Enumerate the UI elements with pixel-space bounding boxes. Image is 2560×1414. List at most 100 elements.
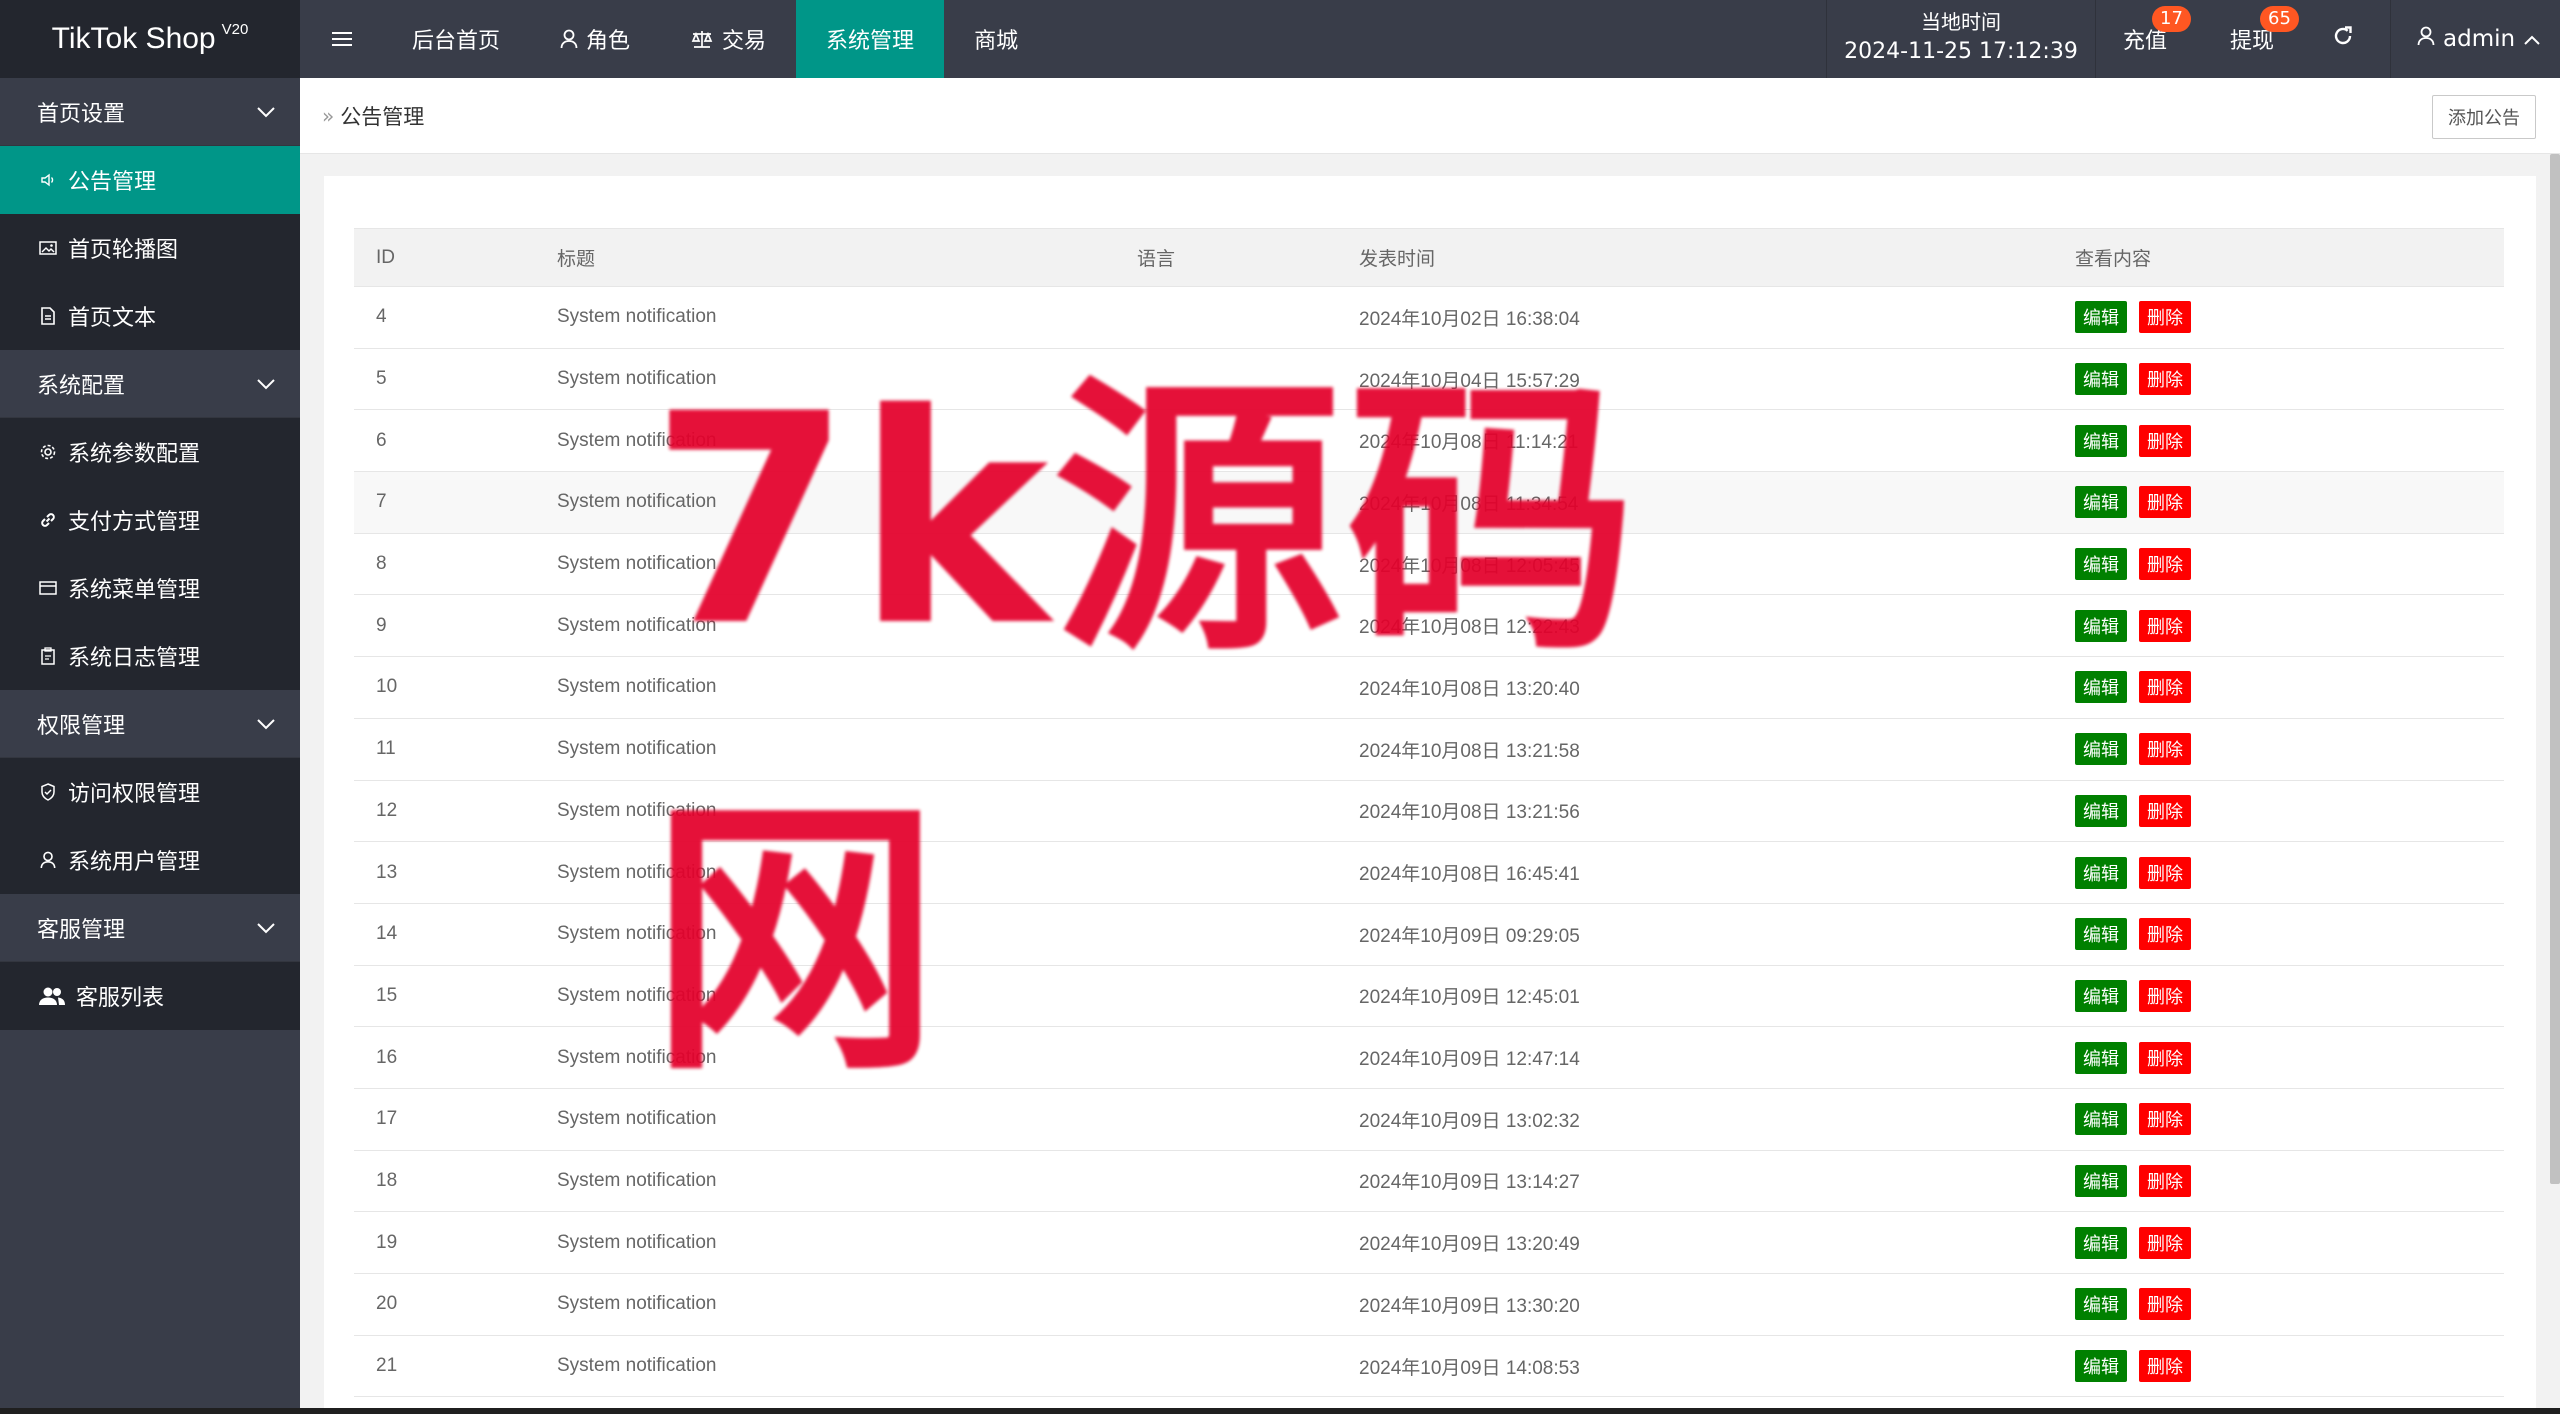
- cell-actions: 编辑 删除: [2053, 1026, 2504, 1089]
- speaker-icon: [38, 170, 58, 190]
- sidebar-item-cs-list[interactable]: 客服列表: [0, 962, 300, 1030]
- delete-button[interactable]: 删除: [2139, 1350, 2191, 1383]
- nav-item-role[interactable]: 角色: [530, 0, 660, 78]
- edit-button[interactable]: 编辑: [2075, 1350, 2127, 1383]
- sidebar-item-system-users[interactable]: 系统用户管理: [0, 826, 300, 894]
- cell-actions: 编辑 删除: [2053, 780, 2504, 843]
- cell-id: 10: [354, 656, 535, 719]
- delete-button[interactable]: 删除: [2139, 1288, 2191, 1321]
- cell-id: 16: [354, 1026, 535, 1089]
- delete-button[interactable]: 删除: [2139, 301, 2191, 334]
- cell-language: [1115, 903, 1337, 966]
- edit-button[interactable]: 编辑: [2075, 733, 2127, 766]
- cell-id: 11: [354, 718, 535, 781]
- cell-time: 2024年10月04日 15:57:29: [1337, 348, 2053, 411]
- delete-button[interactable]: 删除: [2139, 424, 2191, 457]
- vertical-scrollbar[interactable]: [2550, 154, 2560, 1184]
- table-row: 7 System notification 2024年10月08日 11:34:54…: [354, 471, 2504, 534]
- edit-button[interactable]: 编辑: [2075, 671, 2127, 704]
- edit-button[interactable]: 编辑: [2075, 301, 2127, 334]
- sidebar-item-payment-methods[interactable]: 支付方式管理: [0, 486, 300, 554]
- edit-button[interactable]: 编辑: [2075, 918, 2127, 951]
- nav-item-label: 角色: [586, 29, 631, 54]
- delete-button[interactable]: 删除: [2139, 609, 2191, 642]
- edit-button[interactable]: 编辑: [2075, 794, 2127, 827]
- delete-button[interactable]: 删除: [2139, 856, 2191, 889]
- delete-button[interactable]: 删除: [2139, 733, 2191, 766]
- column-header-language: 语言: [1115, 228, 1337, 287]
- sidebar-group-system-config[interactable]: 系统配置: [0, 350, 300, 418]
- delete-button[interactable]: 删除: [2139, 1164, 2191, 1197]
- cell-time: 2024年10月08日 16:45:41: [1337, 841, 2053, 904]
- cell-actions: 编辑 删除: [2053, 471, 2504, 534]
- cell-id: 13: [354, 841, 535, 904]
- app-logo[interactable]: TikTok Shop V20: [0, 0, 300, 78]
- sidebar-item-carousel[interactable]: 首页轮播图: [0, 214, 300, 282]
- cell-title: System notification: [535, 841, 1115, 904]
- delete-button[interactable]: 删除: [2139, 1103, 2191, 1136]
- chevron-down-icon: [256, 99, 276, 124]
- sidebar-group-customer-service[interactable]: 客服管理: [0, 894, 300, 962]
- cell-id: 15: [354, 965, 535, 1028]
- table-header-row: ID 标题 语言 发表时间 查看内容: [354, 228, 2504, 287]
- cell-actions: 编辑 删除: [2053, 1150, 2504, 1213]
- table-row: 21 System notification 2024年10月09日 14:08:5…: [354, 1335, 2504, 1398]
- sidebar-item-system-params[interactable]: 系统参数配置: [0, 418, 300, 486]
- refresh-button[interactable]: [2316, 0, 2370, 78]
- cell-time: 2024年10月08日 13:21:58: [1337, 718, 2053, 781]
- cell-language: [1115, 1273, 1337, 1336]
- cell-time: 2024年10月09日 12:47:14: [1337, 1026, 2053, 1089]
- withdraw-button[interactable]: 提现 65: [2212, 0, 2299, 78]
- add-announcement-button[interactable]: 添加公告: [2432, 95, 2536, 139]
- delete-button[interactable]: 删除: [2139, 918, 2191, 951]
- edit-button[interactable]: 编辑: [2075, 548, 2127, 581]
- sidebar-item-label: 首页文本: [68, 306, 157, 331]
- sidebar-item-home-text[interactable]: 首页文本: [0, 282, 300, 350]
- delete-button[interactable]: 删除: [2139, 794, 2191, 827]
- username: admin: [2443, 26, 2516, 52]
- edit-button[interactable]: 编辑: [2075, 609, 2127, 642]
- sidebar-group-permissions[interactable]: 权限管理: [0, 690, 300, 758]
- edit-button[interactable]: 编辑: [2075, 486, 2127, 519]
- cell-language: [1115, 780, 1337, 843]
- edit-button[interactable]: 编辑: [2075, 1288, 2127, 1321]
- edit-button[interactable]: 编辑: [2075, 363, 2127, 396]
- sidebar-item-label: 客服列表: [76, 986, 165, 1011]
- cell-language: [1115, 471, 1337, 534]
- edit-button[interactable]: 编辑: [2075, 856, 2127, 889]
- nav-item-mall[interactable]: 商城: [944, 0, 1048, 78]
- edit-button[interactable]: 编辑: [2075, 1041, 2127, 1074]
- delete-button[interactable]: 删除: [2139, 1226, 2191, 1259]
- table-row: 10 System notification 2024年10月08日 13:20:4…: [354, 656, 2504, 719]
- edit-button[interactable]: 编辑: [2075, 1164, 2127, 1197]
- recharge-button[interactable]: 充值 17: [2106, 0, 2191, 78]
- sidebar: 首页设置 公告管理 首页轮播图 首页文本 系统配置 系统参数配置 支付方式管理 …: [0, 78, 300, 1414]
- nav-item-label: 系统管理: [826, 29, 915, 54]
- sidebar-item-announcements[interactable]: 公告管理: [0, 146, 300, 214]
- sidebar-item-system-log[interactable]: 系统日志管理: [0, 622, 300, 690]
- user-menu[interactable]: admin: [2390, 0, 2560, 78]
- table-row: 4 System notification 2024年10月02日 16:38:04…: [354, 286, 2504, 349]
- sidebar-group-label: 系统配置: [37, 373, 126, 399]
- delete-button[interactable]: 删除: [2139, 363, 2191, 396]
- edit-button[interactable]: 编辑: [2075, 1103, 2127, 1136]
- menu-toggle-button[interactable]: [312, 0, 372, 78]
- delete-button[interactable]: 删除: [2139, 1041, 2191, 1074]
- breadcrumb-current[interactable]: 公告管理: [340, 101, 424, 131]
- sidebar-item-system-menu[interactable]: 系统菜单管理: [0, 554, 300, 622]
- delete-button[interactable]: 删除: [2139, 548, 2191, 581]
- delete-button[interactable]: 删除: [2139, 486, 2191, 519]
- delete-button[interactable]: 删除: [2139, 979, 2191, 1012]
- sidebar-item-label: 公告管理: [68, 170, 157, 195]
- edit-button[interactable]: 编辑: [2075, 979, 2127, 1012]
- edit-button[interactable]: 编辑: [2075, 1226, 2127, 1259]
- table-row: 15 System notification 2024年10月09日 12:45:0…: [354, 965, 2504, 1028]
- edit-button[interactable]: 编辑: [2075, 424, 2127, 457]
- nav-item-trade[interactable]: 交易: [660, 0, 796, 78]
- nav-item-system[interactable]: 系统管理: [796, 0, 945, 78]
- delete-button[interactable]: 删除: [2139, 671, 2191, 704]
- nav-item-home[interactable]: 后台首页: [382, 0, 530, 78]
- sidebar-item-access-permissions[interactable]: 访问权限管理: [0, 758, 300, 826]
- table-row: 17 System notification 2024年10月09日 13:02:3…: [354, 1088, 2504, 1151]
- sidebar-group-home-settings[interactable]: 首页设置: [0, 78, 300, 146]
